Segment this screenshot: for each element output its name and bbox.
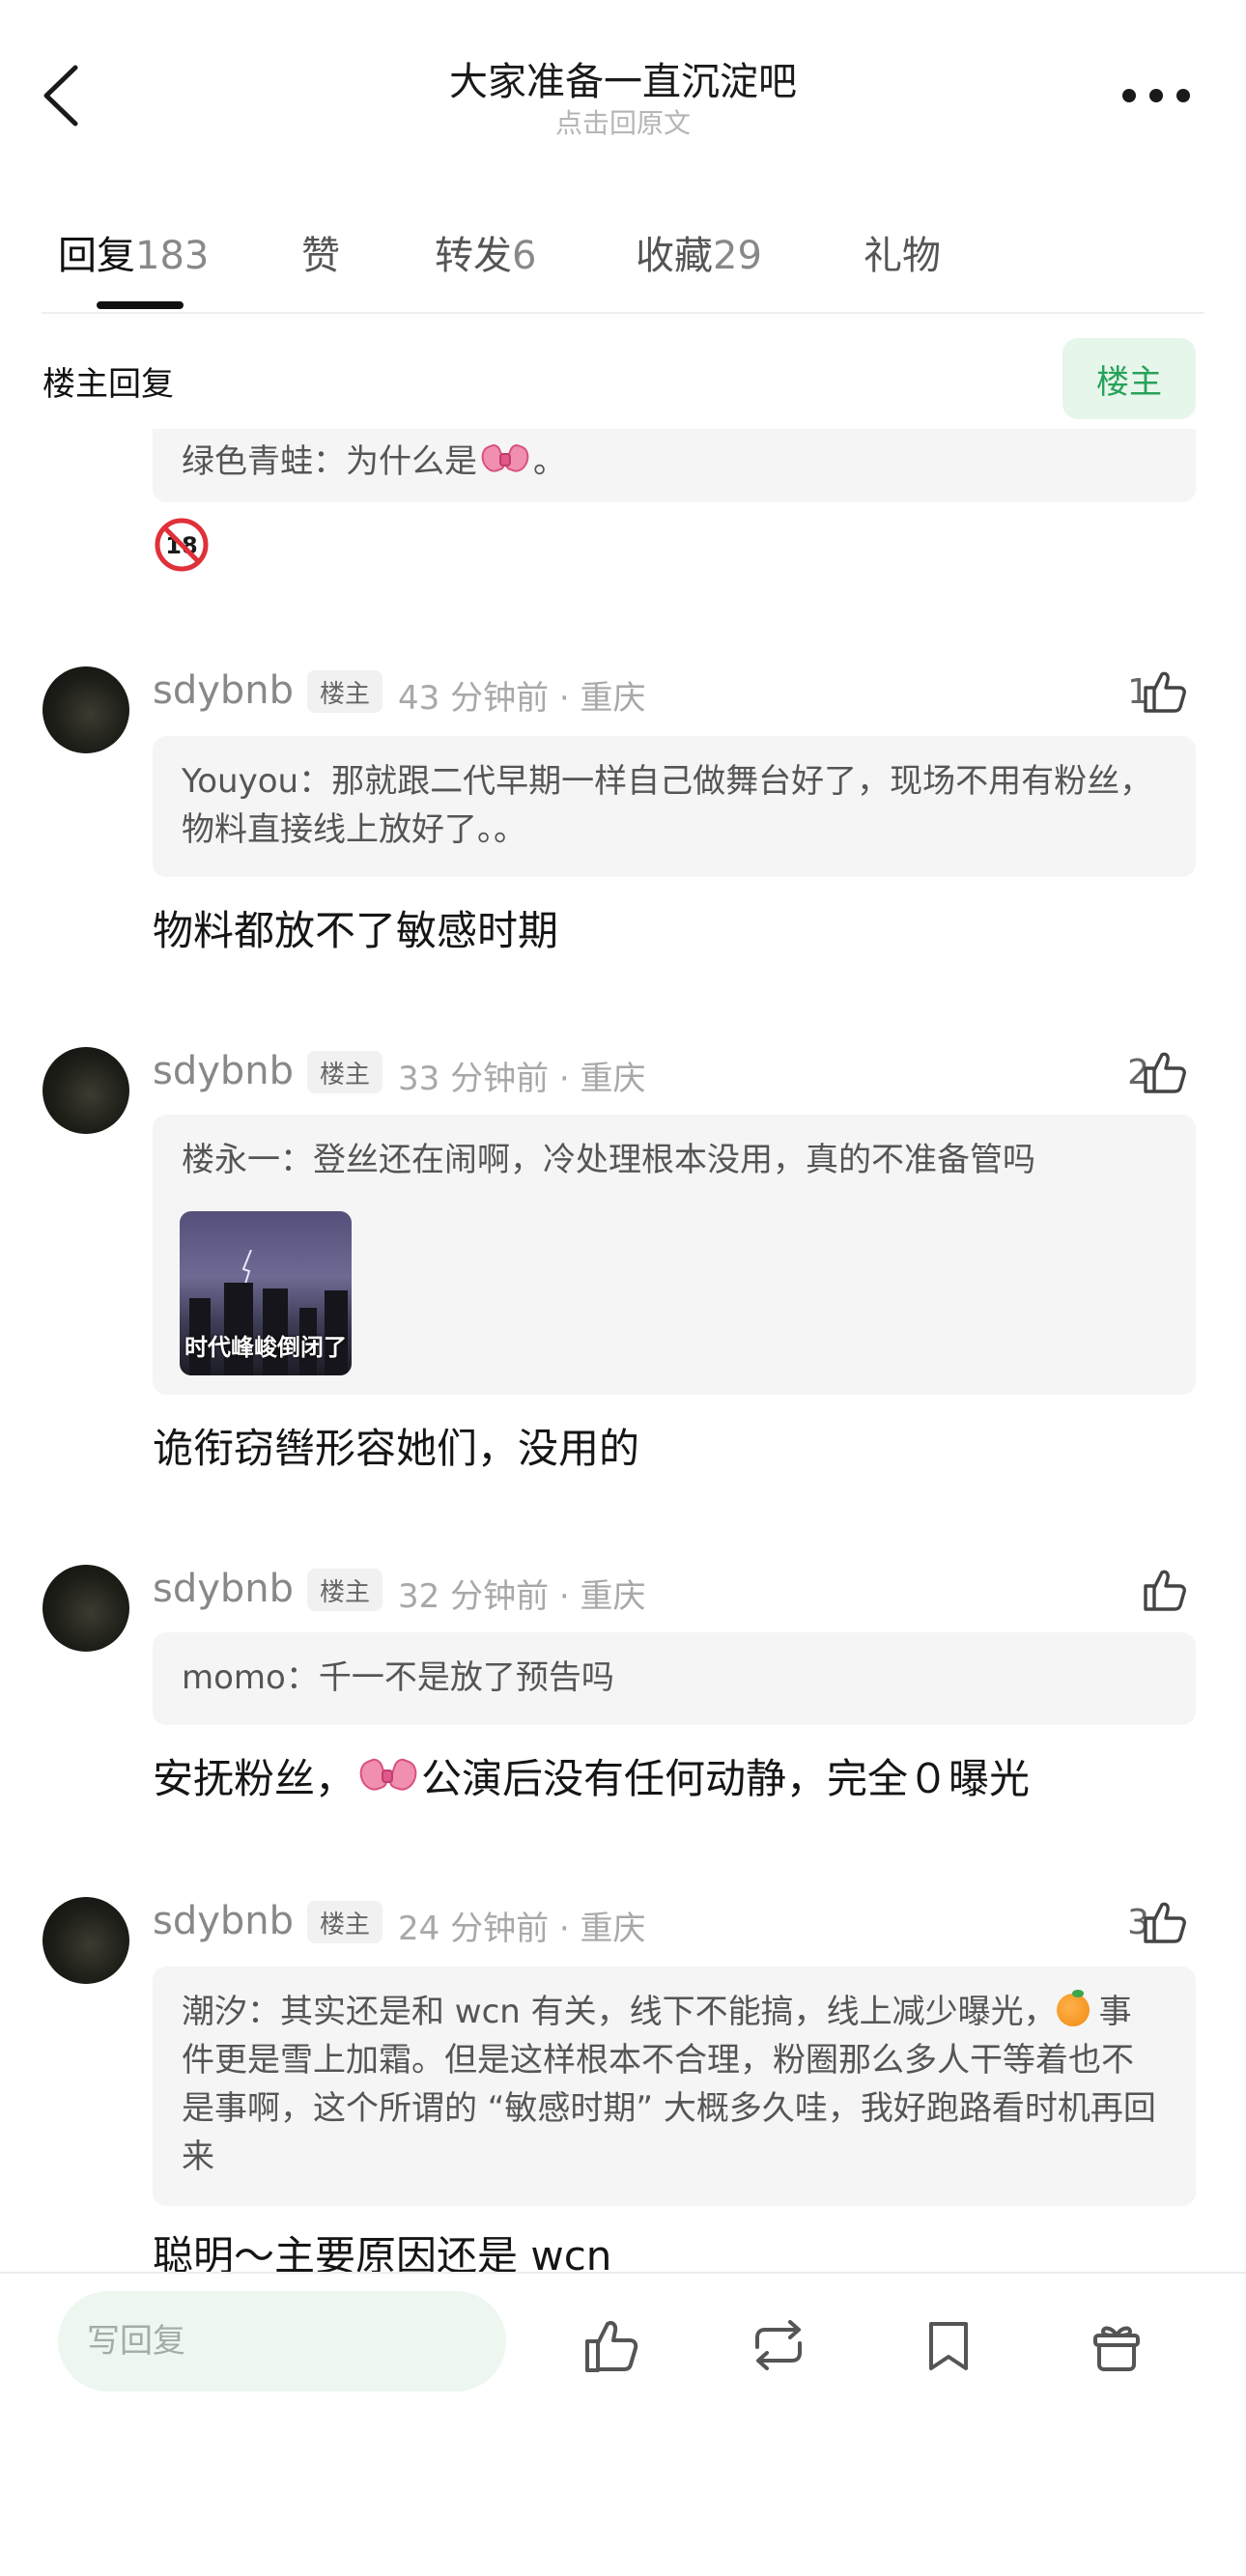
owner-badge: 楼主 — [307, 670, 382, 713]
quoted-reply-text: 楼永一：登丝还在闹啊，冷处理根本没用，真的不准备管吗 — [182, 1141, 1035, 1179]
thumbs-up-icon[interactable] — [1140, 1897, 1190, 1947]
quote-text-prefix: 绿色青蛙：为什么是 — [182, 442, 477, 481]
owner-badge: 楼主 — [307, 1901, 382, 1943]
tab-reposts[interactable]: 转发6 — [435, 224, 536, 280]
username[interactable]: sdybnb — [153, 1049, 294, 1093]
tab-gifts[interactable]: 礼物 — [864, 224, 941, 280]
reply-input[interactable] — [58, 2291, 506, 2392]
quote-text-suffix: 。 — [533, 442, 566, 481]
back-to-original-link[interactable]: 点击回原文 — [0, 102, 1246, 141]
comment-text-prefix: 安抚粉丝， — [153, 1755, 356, 1802]
owner-badge: 楼主 — [307, 1051, 382, 1093]
tab-gifts-label: 礼物 — [864, 234, 941, 278]
tab-likes-label: 赞 — [301, 234, 340, 278]
quoted-reply-text: 绿色青蛙：为什么是 。 — [182, 435, 566, 482]
tab-reposts-label: 转发 — [435, 234, 512, 278]
orange-emoji-icon — [1056, 1990, 1090, 2026]
thumbs-up-icon[interactable] — [1140, 1047, 1190, 1097]
quoted-reply: 绿色青蛙：为什么是 。 — [153, 429, 1196, 502]
quoted-reply: 楼永一：登丝还在闹啊，冷处理根本没用，真的不准备管吗 时代峰峻倒闭了 — [153, 1115, 1196, 1395]
quote-text-prefix: 潮汐：其实还是和 wcn 有关，线下不能搞，线上减少曝光， — [182, 1993, 1057, 2031]
avatar[interactable] — [42, 666, 129, 753]
tabs-divider — [42, 312, 1204, 314]
comment-text: 安抚粉丝， 公演后没有任何动静，完全０曝光 — [153, 1746, 1030, 1805]
no-under-18-emoji-icon: 18 — [155, 518, 209, 572]
avatar[interactable] — [42, 1047, 129, 1134]
tab-replies-label: 回复 — [58, 234, 135, 278]
owner-badge: 楼主 — [307, 1569, 382, 1611]
more-options-icon[interactable] — [1122, 87, 1190, 106]
tab-favorites-label: 收藏 — [636, 234, 713, 278]
time-location: 24 分钟前 · 重庆 — [398, 1910, 646, 1948]
tab-replies-count: 183 — [135, 234, 210, 278]
tab-reposts-count: 6 — [512, 234, 537, 278]
active-tab-indicator — [97, 301, 184, 309]
avatar[interactable] — [42, 1897, 129, 1984]
thumbs-up-icon[interactable] — [1140, 666, 1190, 717]
bow-emoji-icon — [355, 1756, 421, 1798]
quoted-reply: momo：千一不是放了预告吗 — [153, 1632, 1196, 1725]
quoted-reply: 潮汐：其实还是和 wcn 有关，线下不能搞，线上减少曝光， 事件更是雪上加霜。但是… — [153, 1967, 1196, 2206]
repost-icon[interactable] — [748, 2314, 809, 2376]
username[interactable]: sdybnb — [153, 668, 294, 713]
page-title: 大家准备一直沉淀吧 — [449, 60, 797, 104]
owner-replies-label: 楼主回复 — [42, 365, 174, 404]
time-location: 33 分钟前 · 重庆 — [398, 1060, 646, 1098]
comment-page: 大家准备一直沉淀吧 点击回原文 回复183 赞 转发6 收藏29 礼物 楼主回复… — [0, 0, 1246, 2576]
tab-favorites[interactable]: 收藏29 — [636, 224, 762, 280]
quoted-image[interactable]: 时代峰峻倒闭了 — [180, 1211, 352, 1375]
username[interactable]: sdybnb — [153, 1567, 294, 1611]
tab-likes[interactable]: 赞 — [301, 224, 340, 280]
comment-text: 物料都放不了敏感时期 — [153, 907, 559, 954]
bottom-divider — [0, 2272, 1246, 2274]
bookmark-icon[interactable] — [918, 2314, 979, 2376]
time-location: 32 分钟前 · 重庆 — [398, 1577, 646, 1616]
comment-text-suffix: 公演后没有任何动静，完全０曝光 — [421, 1755, 1031, 1802]
tab-replies[interactable]: 回复183 — [58, 224, 209, 280]
gift-icon[interactable] — [1086, 2314, 1147, 2376]
owner-filter-button[interactable]: 楼主 — [1062, 338, 1196, 419]
tab-favorites-count: 29 — [713, 234, 762, 278]
quoted-reply: Youyou：那就跟二代早期一样自己做舞台好了，现场不用有粉丝，物料直接线上放好… — [153, 736, 1196, 877]
quoted-reply-text: Youyou：那就跟二代早期一样自己做舞台好了，现场不用有粉丝，物料直接线上放好… — [182, 762, 1153, 849]
time-location: 43 分钟前 · 重庆 — [398, 679, 646, 718]
comment-text: 诡衔窃辔形容她们，没用的 — [153, 1425, 640, 1472]
quoted-reply-text: 潮汐：其实还是和 wcn 有关，线下不能搞，线上减少曝光， 事件更是雪上加霜。但是… — [182, 1988, 1163, 2181]
like-icon[interactable] — [580, 2314, 641, 2376]
quoted-reply-text: momo：千一不是放了预告吗 — [182, 1658, 614, 1697]
bow-emoji-icon — [477, 441, 533, 478]
thumbs-up-icon[interactable] — [1140, 1565, 1190, 1615]
username[interactable]: sdybnb — [153, 1899, 294, 1943]
avatar[interactable] — [42, 1565, 129, 1652]
image-caption: 时代峰峻倒闭了 — [184, 1334, 347, 1361]
